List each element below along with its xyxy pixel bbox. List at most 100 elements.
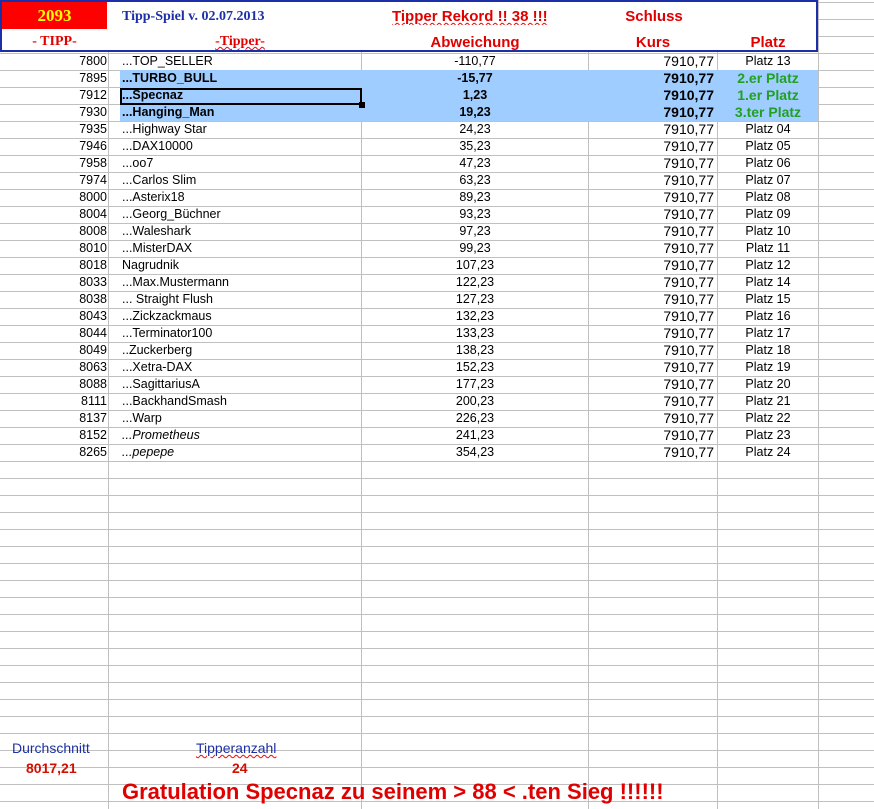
tipper-name-cell[interactable]: ...Highway Star (121, 121, 360, 138)
kurs-cell[interactable]: 7910,77 (589, 155, 714, 172)
abweichung-cell[interactable]: 63,23 (362, 172, 588, 189)
tipper-name-cell[interactable]: ...Waleshark (121, 223, 360, 240)
platz-cell[interactable]: Platz 19 (718, 359, 818, 376)
abweichung-cell[interactable]: 24,23 (362, 121, 588, 138)
tipper-name-cell[interactable]: ...Max.Mustermann (121, 274, 360, 291)
kurs-cell[interactable]: 7910,77 (589, 257, 714, 274)
platz-cell[interactable]: Platz 09 (718, 206, 818, 223)
tipper-name-cell[interactable]: ...oo7 (121, 155, 360, 172)
col-header-kurs[interactable]: Kurs (589, 34, 717, 51)
kurs-cell[interactable]: 7910,77 (589, 342, 714, 359)
abweichung-cell[interactable]: 138,23 (362, 342, 588, 359)
tipper-name-cell[interactable]: ...Asterix18 (121, 189, 360, 206)
tipperanzahl-value[interactable]: 24 (232, 760, 248, 776)
tipper-name-cell[interactable]: ...Hanging_Man (121, 104, 360, 121)
tipp-cell[interactable]: 8049 (0, 342, 107, 359)
tipp-cell[interactable]: 8038 (0, 291, 107, 308)
tipp-cell[interactable]: 8111 (0, 393, 107, 410)
abweichung-cell[interactable]: 97,23 (362, 223, 588, 240)
kurs-cell[interactable]: 7910,77 (589, 121, 714, 138)
tipp-cell[interactable]: 7958 (0, 155, 107, 172)
platz-cell[interactable]: Platz 05 (718, 138, 818, 155)
kurs-cell[interactable]: 7910,77 (589, 376, 714, 393)
tipp-number-cell[interactable]: 2093 (2, 2, 107, 29)
tipper-name-cell[interactable]: ...Carlos Slim (121, 172, 360, 189)
abweichung-cell[interactable]: -110,77 (362, 53, 588, 70)
tipper-name-cell[interactable]: ...Xetra-DAX (121, 359, 360, 376)
tipp-cell[interactable]: 8000 (0, 189, 107, 206)
tipp-cell[interactable]: 8044 (0, 325, 107, 342)
platz-cell[interactable]: Platz 07 (718, 172, 818, 189)
kurs-cell[interactable]: 7910,77 (589, 274, 714, 291)
tipp-cell[interactable]: 8137 (0, 410, 107, 427)
abweichung-cell[interactable]: 241,23 (362, 427, 588, 444)
abweichung-cell[interactable]: 152,23 (362, 359, 588, 376)
platz-cell[interactable]: 2.er Platz (718, 70, 818, 87)
abweichung-cell[interactable]: 226,23 (362, 410, 588, 427)
kurs-cell[interactable]: 7910,77 (589, 104, 714, 121)
platz-cell[interactable]: 1.er Platz (718, 87, 818, 104)
col-header-abweichung[interactable]: Abweichung (362, 34, 588, 51)
abweichung-cell[interactable]: 99,23 (362, 240, 588, 257)
tipper-name-cell[interactable]: ...Prometheus (121, 427, 360, 444)
schluss-label[interactable]: Schluss (590, 8, 718, 25)
platz-cell[interactable]: Platz 13 (718, 53, 818, 70)
tipper-name-cell[interactable]: ...DAX10000 (121, 138, 360, 155)
abweichung-cell[interactable]: 107,23 (362, 257, 588, 274)
tipper-name-cell[interactable]: Nagrudnik (121, 257, 360, 274)
tipper-name-cell[interactable]: ...BackhandSmash (121, 393, 360, 410)
platz-cell[interactable]: 3.ter Platz (718, 104, 818, 121)
tipper-name-cell[interactable]: ... Straight Flush (121, 291, 360, 308)
tipper-name-cell[interactable]: ...Georg_Büchner (121, 206, 360, 223)
kurs-cell[interactable]: 7910,77 (589, 325, 714, 342)
tipp-cell[interactable]: 8088 (0, 376, 107, 393)
kurs-cell[interactable]: 7910,77 (589, 393, 714, 410)
kurs-cell[interactable]: 7910,77 (589, 189, 714, 206)
platz-cell[interactable]: Platz 08 (718, 189, 818, 206)
kurs-cell[interactable]: 7910,77 (589, 87, 714, 104)
abweichung-cell[interactable]: 93,23 (362, 206, 588, 223)
tipp-cell[interactable]: 7930 (0, 104, 107, 121)
platz-cell[interactable]: Platz 14 (718, 274, 818, 291)
abweichung-cell[interactable]: 132,23 (362, 308, 588, 325)
abweichung-cell[interactable]: 19,23 (362, 104, 588, 121)
abweichung-cell[interactable]: 354,23 (362, 444, 588, 461)
tipp-cell[interactable]: 7912 (0, 87, 107, 104)
kurs-cell[interactable]: 7910,77 (589, 410, 714, 427)
durchschnitt-value[interactable]: 8017,21 (26, 760, 77, 776)
kurs-cell[interactable]: 7910,77 (589, 70, 714, 87)
fill-handle[interactable] (359, 102, 365, 108)
abweichung-cell[interactable]: -15,77 (362, 70, 588, 87)
abweichung-cell[interactable]: 35,23 (362, 138, 588, 155)
kurs-cell[interactable]: 7910,77 (589, 206, 714, 223)
kurs-cell[interactable]: 7910,77 (589, 240, 714, 257)
abweichung-cell[interactable]: 122,23 (362, 274, 588, 291)
tipper-name-cell[interactable]: ...Warp (121, 410, 360, 427)
kurs-cell[interactable]: 7910,77 (589, 138, 714, 155)
tipper-name-cell[interactable]: ...MisterDAX (121, 240, 360, 257)
tipp-cell[interactable]: 7800 (0, 53, 107, 70)
platz-cell[interactable]: Platz 20 (718, 376, 818, 393)
kurs-cell[interactable]: 7910,77 (589, 308, 714, 325)
platz-cell[interactable]: Platz 15 (718, 291, 818, 308)
tipp-cell[interactable]: 8008 (0, 223, 107, 240)
col-header-tipp[interactable]: - TIPP- (2, 34, 107, 50)
tipp-cell[interactable]: 7974 (0, 172, 107, 189)
platz-cell[interactable]: Platz 17 (718, 325, 818, 342)
tipper-name-cell[interactable]: ...Zickzackmaus (121, 308, 360, 325)
platz-cell[interactable]: Platz 22 (718, 410, 818, 427)
platz-cell[interactable]: Platz 12 (718, 257, 818, 274)
tipp-cell[interactable]: 8152 (0, 427, 107, 444)
tipp-cell[interactable]: 8018 (0, 257, 107, 274)
kurs-cell[interactable]: 7910,77 (589, 359, 714, 376)
abweichung-cell[interactable]: 47,23 (362, 155, 588, 172)
kurs-cell[interactable]: 7910,77 (589, 172, 714, 189)
tipp-cell[interactable]: 7935 (0, 121, 107, 138)
tipp-cell[interactable]: 7946 (0, 138, 107, 155)
durchschnitt-label[interactable]: Durchschnitt (12, 740, 90, 756)
platz-cell[interactable]: Platz 06 (718, 155, 818, 172)
tipp-cell[interactable]: 8063 (0, 359, 107, 376)
platz-cell[interactable]: Platz 10 (718, 223, 818, 240)
platz-cell[interactable]: Platz 11 (718, 240, 818, 257)
abweichung-cell[interactable]: 89,23 (362, 189, 588, 206)
